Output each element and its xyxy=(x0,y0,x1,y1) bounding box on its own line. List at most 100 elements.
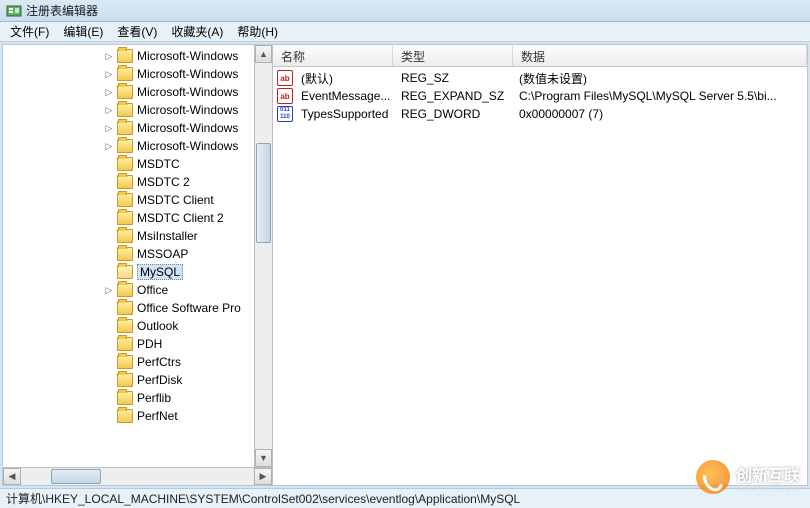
folder-icon xyxy=(117,85,133,99)
tree-item[interactable]: MsiInstaller xyxy=(3,227,272,245)
expander-icon xyxy=(103,266,115,278)
expander-icon[interactable]: ▷ xyxy=(103,140,115,152)
tree-item[interactable]: ▷Microsoft-Windows xyxy=(3,65,272,83)
tree-item-label: MSDTC Client 2 xyxy=(137,211,224,225)
tree-item[interactable]: MSDTC Client xyxy=(3,191,272,209)
value-type: REG_EXPAND_SZ xyxy=(397,89,515,103)
menu-view[interactable]: 查看(V) xyxy=(111,21,163,42)
value-type: REG_SZ xyxy=(397,71,515,85)
tree-item-label: MsiInstaller xyxy=(137,229,198,243)
tree-item-label: MSDTC xyxy=(137,157,180,171)
tree-item[interactable]: ▷Microsoft-Windows xyxy=(3,101,272,119)
tree-item[interactable]: MSDTC 2 xyxy=(3,173,272,191)
scroll-left-arrow-icon[interactable]: ◀ xyxy=(3,468,21,485)
folder-icon xyxy=(117,355,133,369)
column-type[interactable]: 类型 xyxy=(393,45,513,66)
expander-icon xyxy=(103,212,115,224)
column-name[interactable]: 名称 xyxy=(273,45,393,66)
value-list-pane: 名称 类型 数据 ab(默认)REG_SZ(数值未设置)abEventMessa… xyxy=(273,45,807,485)
expander-icon[interactable]: ▷ xyxy=(103,122,115,134)
value-data: C:\Program Files\MySQL\MySQL Server 5.5\… xyxy=(515,89,803,103)
menu-favorites[interactable]: 收藏夹(A) xyxy=(165,21,229,42)
menu-help[interactable]: 帮助(H) xyxy=(231,21,284,42)
tree-item[interactable]: PDH xyxy=(3,335,272,353)
content-area: ▷Microsoft-Windows▷Microsoft-Windows▷Mic… xyxy=(2,44,808,486)
scroll-down-arrow-icon[interactable]: ▼ xyxy=(255,449,272,467)
expander-icon xyxy=(103,338,115,350)
tree-item[interactable]: MSSOAP xyxy=(3,245,272,263)
tree-item[interactable]: ▷Microsoft-Windows xyxy=(3,119,272,137)
tree-item-label: MySQL xyxy=(137,264,183,280)
tree-item[interactable]: ▷ Microsoft-Windows xyxy=(3,83,272,101)
scroll-track[interactable] xyxy=(255,63,272,449)
tree-horizontal-scrollbar[interactable]: ◀ ▶ xyxy=(3,467,272,485)
menu-file[interactable]: 文件(F) xyxy=(4,21,55,42)
tree-item-label: PDH xyxy=(137,337,162,351)
folder-icon xyxy=(117,391,133,405)
list-body[interactable]: ab(默认)REG_SZ(数值未设置)abEventMessage...REG_… xyxy=(273,67,807,125)
folder-icon xyxy=(117,103,133,117)
folder-icon xyxy=(117,193,133,207)
value-name: TypesSupported xyxy=(297,107,397,121)
tree-vertical-scrollbar[interactable]: ▲ ▼ xyxy=(254,45,272,467)
tree-item[interactable]: MSDTC Client 2 xyxy=(3,209,272,227)
expander-icon xyxy=(103,248,115,260)
menubar: 文件(F) 编辑(E) 查看(V) 收藏夹(A) 帮助(H) xyxy=(0,22,810,42)
expander-icon xyxy=(103,176,115,188)
tree-item-label: Outlook xyxy=(137,319,178,333)
tree-item[interactable]: Office Software Pro xyxy=(3,299,272,317)
folder-icon xyxy=(117,139,133,153)
registry-tree-pane: ▷Microsoft-Windows▷Microsoft-Windows▷Mic… xyxy=(3,45,273,485)
string-value-icon: ab xyxy=(277,88,293,104)
expander-icon xyxy=(103,194,115,206)
folder-icon xyxy=(117,211,133,225)
registry-tree[interactable]: ▷Microsoft-Windows▷Microsoft-Windows▷Mic… xyxy=(3,45,272,427)
list-row[interactable]: ab(默认)REG_SZ(数值未设置) xyxy=(273,69,807,87)
folder-icon xyxy=(117,49,133,63)
value-type: REG_DWORD xyxy=(397,107,515,121)
menu-edit[interactable]: 编辑(E) xyxy=(57,21,109,42)
expander-icon[interactable]: ▷ xyxy=(103,284,115,296)
scroll-right-arrow-icon[interactable]: ▶ xyxy=(254,468,272,485)
scroll-up-arrow-icon[interactable]: ▲ xyxy=(255,45,272,63)
expander-icon xyxy=(103,158,115,170)
string-value-icon: ab xyxy=(277,70,293,86)
folder-icon xyxy=(117,265,133,279)
tree-item-label: MSDTC 2 xyxy=(137,175,190,189)
folder-icon xyxy=(117,247,133,261)
tree-item-label: PerfCtrs xyxy=(137,355,181,369)
scroll-track[interactable] xyxy=(21,468,254,485)
expander-icon xyxy=(103,410,115,422)
value-data: (数值未设置) xyxy=(515,70,803,87)
tree-item-label: PerfDisk xyxy=(137,373,182,387)
folder-icon xyxy=(117,175,133,189)
folder-icon xyxy=(117,67,133,81)
tree-item[interactable]: MySQL xyxy=(3,263,272,281)
column-data[interactable]: 数据 xyxy=(513,45,807,66)
tree-item[interactable]: PerfCtrs xyxy=(3,353,272,371)
dword-value-icon: 011110 xyxy=(277,106,293,122)
tree-item[interactable]: Perflib xyxy=(3,389,272,407)
scroll-thumb[interactable] xyxy=(256,143,271,243)
expander-icon[interactable]: ▷ xyxy=(103,86,115,98)
tree-item[interactable]: ▷Office xyxy=(3,281,272,299)
tree-item[interactable]: MSDTC xyxy=(3,155,272,173)
expander-icon[interactable]: ▷ xyxy=(103,50,115,62)
list-header: 名称 类型 数据 xyxy=(273,45,807,67)
expander-icon[interactable]: ▷ xyxy=(103,68,115,80)
tree-item[interactable]: PerfNet xyxy=(3,407,272,425)
value-data: 0x00000007 (7) xyxy=(515,107,803,121)
folder-icon xyxy=(117,157,133,171)
tree-item[interactable]: ▷ Microsoft-Windows xyxy=(3,137,272,155)
expander-icon[interactable]: ▷ xyxy=(103,104,115,116)
tree-item-label: Perflib xyxy=(137,391,171,405)
scroll-thumb[interactable] xyxy=(51,469,101,484)
tree-item[interactable]: Outlook xyxy=(3,317,272,335)
tree-item-label: Microsoft-Windows xyxy=(137,85,238,99)
tree-item[interactable]: PerfDisk xyxy=(3,371,272,389)
folder-icon xyxy=(117,301,133,315)
list-row[interactable]: abEventMessage...REG_EXPAND_SZC:\Program… xyxy=(273,87,807,105)
tree-item-label: Microsoft-Windows xyxy=(137,139,238,153)
list-row[interactable]: 011110 TypesSupportedREG_DWORD0x00000007 … xyxy=(273,105,807,123)
tree-item[interactable]: ▷Microsoft-Windows xyxy=(3,47,272,65)
